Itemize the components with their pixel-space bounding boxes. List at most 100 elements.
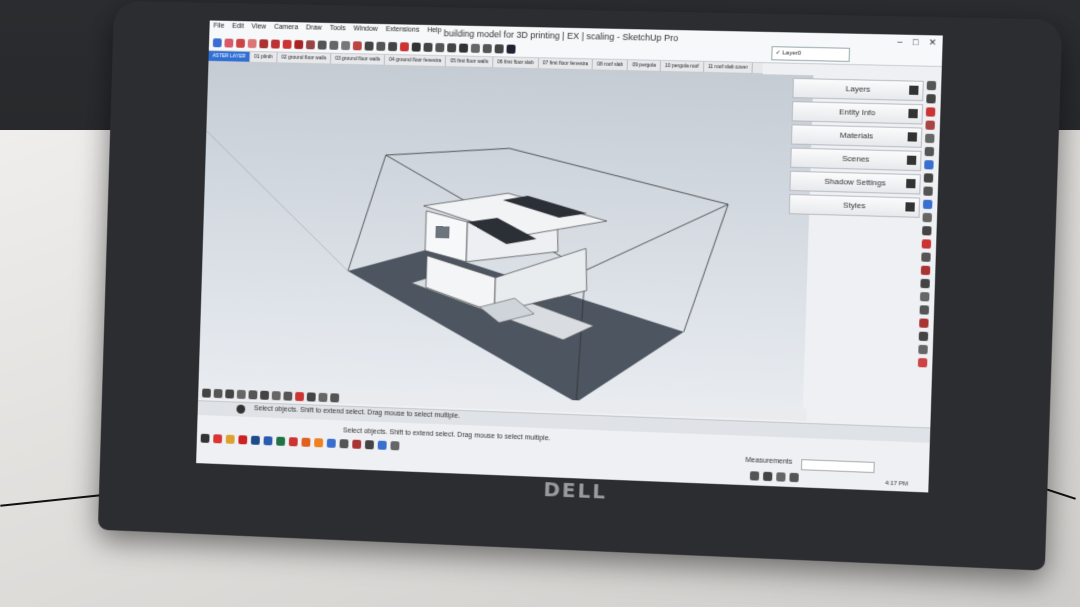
section-tool-icon[interactable] xyxy=(411,42,421,52)
autocad-icon[interactable] xyxy=(288,437,298,447)
chrome-icon[interactable] xyxy=(213,434,223,444)
tab-ground-floor-walls-02[interactable]: 02 ground floor walls xyxy=(277,52,332,64)
menu-file[interactable]: File xyxy=(213,23,224,30)
view-front-icon[interactable] xyxy=(447,42,457,52)
group-icon[interactable] xyxy=(306,391,316,402)
extension-icon[interactable] xyxy=(925,120,935,130)
menu-view[interactable]: View xyxy=(251,23,266,30)
tray-expand-icon[interactable] xyxy=(907,132,918,142)
close-button[interactable]: ✕ xyxy=(928,37,936,48)
network-icon[interactable] xyxy=(749,471,760,481)
app-icon[interactable] xyxy=(339,439,349,449)
tab-aster-layer[interactable]: ASTER LAYER xyxy=(208,51,251,62)
style-hidden-icon[interactable] xyxy=(494,43,504,53)
offset-tool-icon[interactable] xyxy=(317,40,327,50)
intersect-icon[interactable] xyxy=(920,278,930,289)
tab-first-floor-slab[interactable]: 06 first floor slab xyxy=(493,57,539,69)
tray-scenes[interactable]: Scenes xyxy=(790,147,922,172)
tray-styles[interactable]: Styles xyxy=(788,193,921,218)
maximize-button[interactable]: □ xyxy=(913,37,919,48)
outer-shell-icon[interactable] xyxy=(919,292,930,302)
layer-dropdown[interactable]: ✓ Layer0 xyxy=(771,46,851,62)
menu-edit[interactable]: Edit xyxy=(232,23,244,30)
media-player-icon[interactable] xyxy=(301,437,311,447)
rotate-tool-icon[interactable] xyxy=(294,39,304,49)
tab-pergola[interactable]: 09 pergola xyxy=(628,60,662,71)
section-plane-icon[interactable] xyxy=(924,160,934,170)
orbit-tool-icon[interactable] xyxy=(364,41,374,51)
app-icon[interactable] xyxy=(364,440,374,450)
app-icon[interactable] xyxy=(390,441,400,451)
tab-ground-floor-walls-03[interactable]: 03 ground floor walls xyxy=(331,53,386,65)
app-icon[interactable] xyxy=(377,440,387,450)
pencil-tool-icon[interactable] xyxy=(236,38,246,48)
minimize-button[interactable]: – xyxy=(897,37,902,48)
union-icon[interactable] xyxy=(919,305,930,315)
trim-icon[interactable] xyxy=(918,331,929,342)
arc-tool-icon[interactable] xyxy=(247,38,257,48)
tab-roof-slab-cover[interactable]: 11 roof slab cover xyxy=(703,61,753,73)
axes-tool-icon[interactable] xyxy=(921,239,932,249)
menu-window[interactable]: Window xyxy=(353,25,378,32)
solid-tool-icon[interactable] xyxy=(926,94,936,104)
look-around-icon[interactable] xyxy=(923,186,933,196)
tray-materials[interactable]: Materials xyxy=(790,124,923,148)
tray-layers[interactable]: Layers xyxy=(792,77,924,102)
flag-icon[interactable] xyxy=(789,472,799,483)
vlc-icon[interactable] xyxy=(314,438,324,448)
menu-help[interactable]: Help xyxy=(427,27,441,34)
excel-icon[interactable] xyxy=(276,436,286,446)
walk-tool-icon[interactable] xyxy=(923,173,934,183)
move-tool-icon[interactable] xyxy=(282,39,292,49)
tray-expand-icon[interactable] xyxy=(906,178,916,189)
file-explorer-icon[interactable] xyxy=(225,434,235,444)
3d-text-icon[interactable] xyxy=(921,252,931,262)
line-tool-icon[interactable] xyxy=(225,388,235,399)
drawing-viewport[interactable] xyxy=(198,61,814,409)
sandbox-tool-icon[interactable] xyxy=(926,80,937,91)
menu-draw[interactable]: Draw xyxy=(306,24,322,31)
tray-entity-info[interactable]: Entity Info xyxy=(791,101,924,125)
pan-tool-icon[interactable] xyxy=(376,41,386,51)
measure-tool-icon[interactable] xyxy=(283,391,293,401)
eraser-tool-icon[interactable] xyxy=(224,38,234,48)
tab-plinth[interactable]: 01 plinth xyxy=(250,51,278,63)
paint-tool-icon[interactable] xyxy=(352,40,362,50)
zoom-tool-icon[interactable] xyxy=(388,41,398,51)
circle-tool-icon[interactable] xyxy=(260,390,270,400)
warehouse-icon[interactable] xyxy=(925,107,936,117)
view-top-icon[interactable] xyxy=(435,42,445,52)
app-icon[interactable] xyxy=(352,439,362,449)
tray-expand-icon[interactable] xyxy=(908,108,918,119)
redo-icon[interactable] xyxy=(213,388,223,398)
view-iso-icon[interactable] xyxy=(423,42,433,52)
tray-expand-icon[interactable] xyxy=(905,202,915,212)
layout-icon[interactable] xyxy=(924,133,935,144)
tab-pergola-roof[interactable]: 10 pergola roof xyxy=(660,60,705,72)
tray-shadow-settings[interactable]: Shadow Settings xyxy=(789,170,921,195)
tab-first-floor-walls[interactable]: 05 first floor walls xyxy=(446,56,494,68)
hide-icon[interactable] xyxy=(318,392,328,402)
tab-first-floor-fenestra[interactable]: 07 first floor fenestra xyxy=(538,58,594,70)
tray-expand-icon[interactable] xyxy=(909,85,919,95)
windows-start-icon[interactable] xyxy=(200,433,210,443)
rectangle-tool-icon[interactable] xyxy=(259,38,269,48)
menu-camera[interactable]: Camera xyxy=(274,24,298,31)
word-icon[interactable] xyxy=(263,436,273,446)
app-icon[interactable] xyxy=(326,438,336,448)
undo-icon[interactable] xyxy=(202,388,211,398)
split-icon[interactable] xyxy=(918,344,928,355)
position-camera-icon[interactable] xyxy=(922,199,933,210)
measurements-field[interactable] xyxy=(800,459,875,474)
tab-ground-floor-fenestra[interactable]: 04 ground floor fenestra xyxy=(384,54,447,67)
view-right-icon[interactable] xyxy=(458,43,469,53)
sketchup-icon[interactable] xyxy=(238,435,248,445)
unhide-icon[interactable] xyxy=(330,392,340,402)
tray-expand-icon[interactable] xyxy=(906,155,917,165)
volume-icon[interactable] xyxy=(762,471,773,482)
scale-tool-icon[interactable] xyxy=(305,39,316,49)
style-shaded-icon[interactable] xyxy=(506,44,516,54)
user-icon[interactable] xyxy=(236,404,246,414)
follow-me-icon[interactable] xyxy=(920,265,931,276)
zoom-extents-icon[interactable] xyxy=(399,41,409,51)
